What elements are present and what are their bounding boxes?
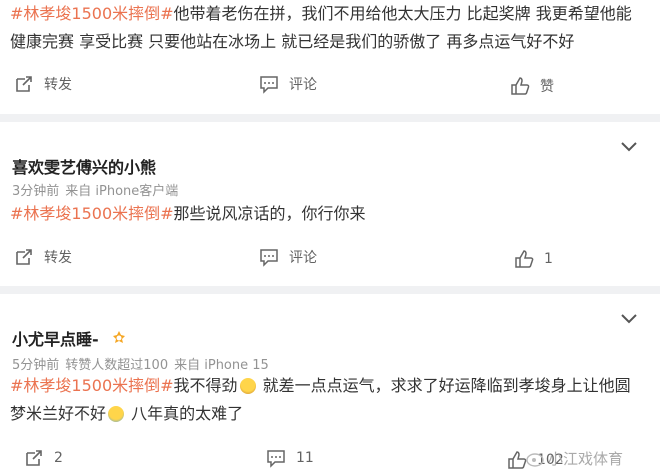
crying-face-emoji-icon <box>108 406 125 422</box>
post-text-part3: 梦米兰好不好 <box>10 404 107 423</box>
chevron-down-icon[interactable] <box>619 140 639 154</box>
hashtag-link[interactable]: #林孝埈1500米摔倒# <box>10 376 174 395</box>
post-source: 来自 iPhone 15 <box>174 358 269 373</box>
post-text: #林孝埈1500米摔倒#他带着老伤在拼，我们不用给他太大压力 比起奖牌 我更希望… <box>10 0 650 28</box>
repost-icon <box>16 76 32 92</box>
comment-icon <box>267 450 285 468</box>
post-source: 来自 iPhone客户端 <box>65 184 179 199</box>
author-name[interactable]: 喜欢雯艺傅兴的小熊 <box>12 154 156 178</box>
post-meta: 5分钟前 转赞人数超过100 来自 iPhone 15 <box>12 354 275 373</box>
post-text-part2: 就差一点点运气，求求了好运降临到孝埈身上让他圆 <box>262 376 631 395</box>
thumbs-up-icon <box>515 250 534 268</box>
post-text-line2: 健康完赛 享受比赛 只要他站在冰场上 就已经是我们的骄傲了 再多点运气好不好 <box>10 32 575 51</box>
post-text-part4: 八年真的太难了 <box>131 404 244 423</box>
repost-label: 转发 <box>44 250 72 266</box>
comment-button[interactable]: 评论 <box>259 247 317 267</box>
like-button[interactable]: 1 <box>514 249 553 269</box>
repost-button[interactable]: 2 <box>24 448 63 468</box>
comment-label: 评论 <box>289 77 317 93</box>
author-name[interactable]: 小尤早点睡- <box>12 330 99 349</box>
repost-button[interactable]: 转发 <box>14 247 72 267</box>
post-repost-count: 转赞人数超过100 <box>65 358 169 373</box>
comment-icon <box>260 76 278 94</box>
post-text: #林孝埈1500米摔倒#我不得劲 就差一点点运气，求求了好运降临到孝埈身上让他圆 <box>10 372 650 400</box>
thumbs-up-icon <box>511 77 530 95</box>
hashtag-link[interactable]: #林孝埈1500米摔倒# <box>10 204 174 223</box>
post-text-line2: 梦米兰好不好 八年真的太难了 <box>10 400 650 428</box>
post-text: #林孝埈1500米摔倒#那些说风凉话的，你行你来 <box>10 200 650 228</box>
chevron-down-icon[interactable] <box>619 312 639 326</box>
repost-icon <box>16 249 32 265</box>
comment-count: 11 <box>296 450 314 466</box>
hashtag-link[interactable]: #林孝埈1500米摔倒# <box>10 4 174 23</box>
card-divider <box>0 286 660 294</box>
comment-icon <box>260 249 278 267</box>
thumbs-up-icon <box>508 451 527 469</box>
card-divider <box>0 114 660 122</box>
comment-button[interactable]: 11 <box>266 448 314 468</box>
author-row: 小尤早点睡- <box>12 326 128 350</box>
post-meta: 3分钟前 来自 iPhone客户端 <box>12 180 184 199</box>
comment-button[interactable]: 评论 <box>259 74 317 94</box>
watermark: 小江戏体育 <box>526 448 623 469</box>
like-label: 赞 <box>540 79 554 95</box>
badge-icon <box>113 331 126 343</box>
post-text-body: 他带着老伤在拼，我们不用给他太大压力 比起奖牌 我更希望他能 <box>173 4 632 23</box>
repost-icon <box>26 450 42 466</box>
repost-count: 2 <box>54 450 63 466</box>
post-time: 3分钟前 <box>12 184 60 199</box>
post-time: 5分钟前 <box>12 358 60 373</box>
like-button[interactable]: 赞 <box>510 76 554 96</box>
repost-button[interactable]: 转发 <box>14 74 72 94</box>
watermark-logo-icon <box>526 452 544 467</box>
sad-face-emoji-icon <box>239 378 256 394</box>
post-text-part1: 我不得劲 <box>173 376 238 395</box>
like-count: 1 <box>544 251 553 267</box>
post-text-body: 那些说风凉话的，你行你来 <box>173 204 366 223</box>
repost-label: 转发 <box>44 77 72 93</box>
watermark-text: 小江戏体育 <box>548 450 624 468</box>
comment-label: 评论 <box>289 250 317 266</box>
